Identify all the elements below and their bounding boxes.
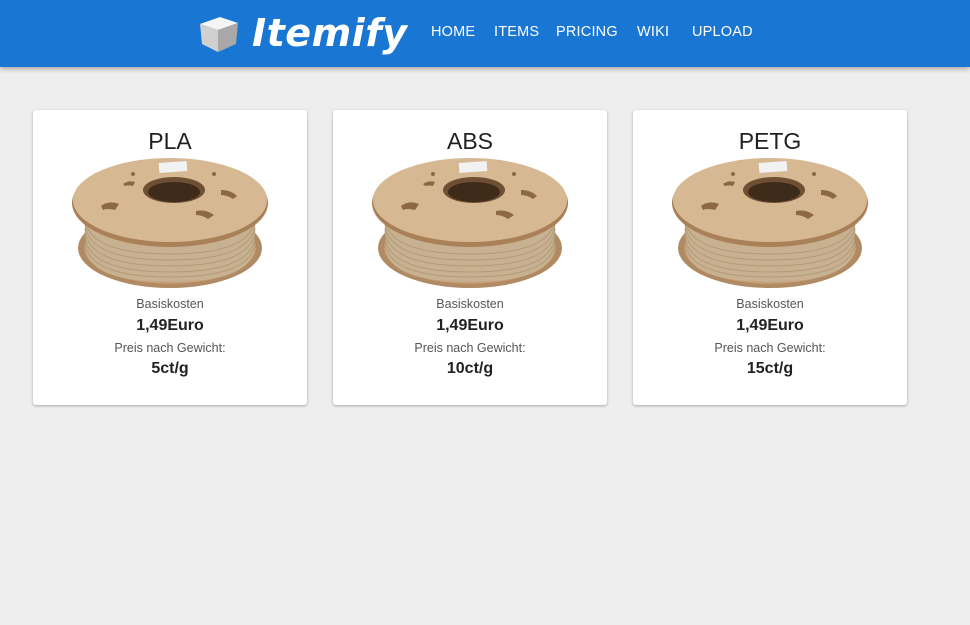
nav-wiki[interactable]: WIKI [637, 22, 669, 42]
weight-price-label: Preis nach Gewicht: [714, 341, 826, 355]
cube-logo-icon[interactable] [198, 14, 240, 54]
weight-price-value: 10ct/g [446, 360, 494, 377]
base-cost-value: 1,49Euro [436, 317, 504, 334]
filament-spool-image [371, 156, 569, 294]
top-navbar: Itemify HOME ITEMS PRICING WIKI UPLOAD [0, 0, 970, 67]
material-card-petg[interactable]: PETG Basiskosten 1,49Euro Preis nach Gew… [633, 110, 907, 405]
card-title: ABS [446, 128, 494, 154]
material-card-pla[interactable]: PLA Basiskosten 1,49Euro Preis nach Gewi… [33, 110, 307, 405]
weight-price-value: 15ct/g [746, 360, 794, 377]
base-cost-value: 1,49Euro [736, 317, 804, 334]
base-cost-label: Basiskosten [136, 297, 204, 311]
nav-home[interactable]: HOME [431, 22, 475, 42]
card-title: PETG [738, 128, 802, 154]
nav-upload[interactable]: UPLOAD [692, 22, 753, 42]
material-card-abs[interactable]: ABS Basiskosten 1,49Euro Preis nach Gewi… [333, 110, 607, 405]
filament-spool-image [71, 156, 269, 294]
weight-price-label: Preis nach Gewicht: [114, 341, 226, 355]
nav-pricing[interactable]: PRICING [556, 22, 618, 42]
weight-price-label: Preis nach Gewicht: [414, 341, 526, 355]
base-cost-value: 1,49Euro [136, 317, 204, 334]
base-cost-label: Basiskosten [436, 297, 504, 311]
base-cost-label: Basiskosten [736, 297, 804, 311]
nav-items[interactable]: ITEMS [494, 22, 539, 42]
card-title: PLA [148, 128, 192, 154]
filament-spool-image [671, 156, 869, 294]
weight-price-value: 5ct/g [151, 360, 189, 377]
brand-logo-text[interactable]: Itemify [252, 8, 408, 58]
